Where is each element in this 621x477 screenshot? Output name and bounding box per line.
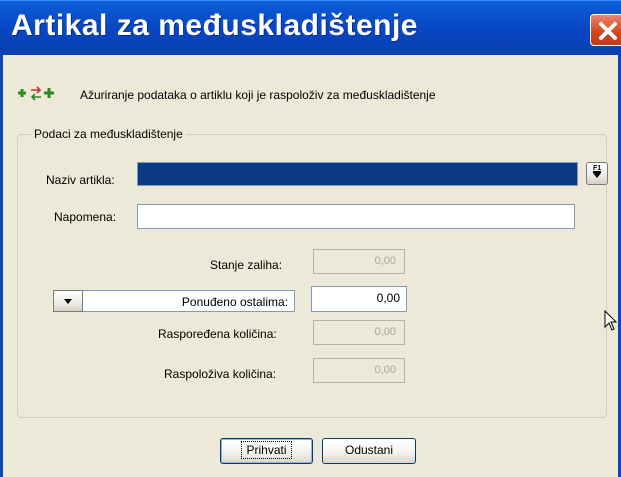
ponudeno-dropdown-button[interactable] <box>53 290 83 312</box>
stanje-zaliha-field[interactable]: 0,00 <box>313 249 405 274</box>
naziv-artikla-field[interactable] <box>137 162 578 186</box>
rasporedena-kolicina-label: Raspoređena količina: <box>158 327 277 341</box>
naziv-artikla-label: Naziv artikla: <box>46 173 115 187</box>
cancel-button-label: Odustani <box>344 443 394 457</box>
ponudeno-dropdown[interactable]: Ponuđeno ostalima: <box>83 290 295 312</box>
header-description: Ažuriranje podataka o artiklu koji je ra… <box>80 88 436 102</box>
close-icon <box>599 22 617 40</box>
window-border-left <box>0 55 3 477</box>
mouse-cursor-icon <box>604 310 618 331</box>
rasporedena-kolicina-value: 0,00 <box>374 326 396 338</box>
accept-button-label: Prihvati <box>241 441 292 459</box>
groupbox-legend: Podaci za međuskladištenje <box>31 127 186 141</box>
raspoloziva-kolicina-label: Raspoloživa količina: <box>164 367 277 381</box>
window-title: Artikal za međuskladištenje <box>11 9 418 42</box>
raspoloziva-kolicina-field[interactable]: 0,00 <box>313 358 405 383</box>
cancel-button[interactable]: Odustani <box>322 438 416 464</box>
accept-button[interactable]: Prihvati <box>220 438 313 464</box>
napomena-label: Napomena: <box>54 210 117 224</box>
dropdown-arrow-icon <box>593 173 601 178</box>
rasporedena-kolicina-field[interactable]: 0,00 <box>313 320 405 345</box>
ponudeno-ostalima-value: 0,00 <box>376 291 400 305</box>
stanje-zaliha-value: 0,00 <box>374 255 396 267</box>
chevron-down-icon <box>64 299 72 304</box>
raspoloziva-kolicina-value: 0,00 <box>374 364 396 376</box>
f1-lookup-button[interactable]: F1 <box>586 162 608 185</box>
swap-arrows-icon <box>18 86 54 101</box>
close-button[interactable] <box>590 14 621 46</box>
ponudeno-label: Ponuđeno ostalima: <box>181 295 288 309</box>
ponudeno-ostalima-field[interactable]: 0,00 <box>311 286 407 312</box>
stanje-zaliha-label: Stanje zaliha: <box>210 258 283 272</box>
napomena-field[interactable] <box>137 204 575 229</box>
title-bar[interactable]: Artikal za međuskladištenje <box>0 0 621 55</box>
